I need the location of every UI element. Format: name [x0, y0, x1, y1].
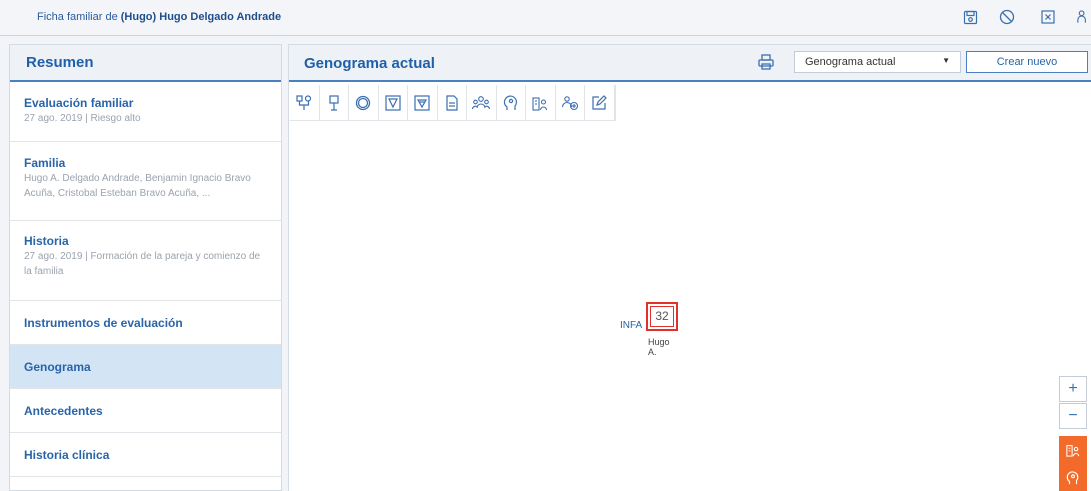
sidebar-item-instrumentos[interactable]: Instrumentos de evaluación: [10, 301, 281, 345]
group-icon[interactable]: [467, 85, 497, 121]
sidebar-header: Resumen: [10, 45, 281, 82]
head-icon[interactable]: [497, 85, 526, 121]
building-person-icon[interactable]: [526, 85, 556, 121]
sidebar-item-title: Familia: [24, 156, 66, 170]
sidebar-item-historia-clinica[interactable]: Historia clínica: [10, 433, 281, 477]
sidebar-item-genograma[interactable]: Genograma: [10, 345, 281, 389]
panel-header: Genograma actual Genograma actual ▼ Crear…: [289, 45, 1091, 82]
circle-icon[interactable]: [349, 85, 379, 121]
sidebar-item-familia[interactable]: Familia Hugo A. Delgado Andrade, Benjami…: [10, 142, 281, 221]
sidebar-item-historia[interactable]: Historia 27 ago. 2019 | Formación de la …: [10, 221, 281, 301]
node-age: 32: [650, 306, 674, 327]
sidebar-item-title: Antecedentes: [24, 403, 103, 418]
family-icon[interactable]: [1076, 8, 1091, 26]
edit-icon[interactable]: [585, 85, 615, 121]
top-bar: Ficha familiar de (Hugo) Hugo Delgado An…: [0, 0, 1091, 36]
person-node[interactable]: 32: [646, 302, 678, 331]
cancel-icon[interactable]: [998, 8, 1016, 26]
genogram-toolbar: [290, 85, 616, 121]
child-icon[interactable]: [320, 85, 349, 121]
sidebar-item-title: Instrumentos de evaluación: [24, 315, 183, 330]
zoom-out-button[interactable]: −: [1059, 403, 1087, 429]
genogram-canvas[interactable]: INFA 32 Hugo A. + −: [289, 122, 1091, 491]
patient-name: (Hugo) Hugo Delgado Andrade: [120, 11, 282, 23]
sidebar-item-title: Genograma: [24, 359, 91, 374]
node-tag: INFA: [620, 320, 643, 331]
node-name: Hugo A.: [648, 337, 670, 357]
building-person-icon: [1066, 445, 1080, 457]
triangle-down-icon[interactable]: [379, 85, 408, 121]
zoom-in-button[interactable]: +: [1059, 376, 1087, 402]
summary-sidebar: Resumen Evaluación familiar 27 ago. 2019…: [9, 44, 282, 491]
create-new-button[interactable]: Crear nuevo: [966, 51, 1088, 73]
sidebar-item-antecedentes[interactable]: Antecedentes: [10, 389, 281, 433]
genogram-panel: Genograma actual Genograma actual ▼ Crear…: [288, 44, 1091, 491]
genogram-select[interactable]: Genograma actual ▼: [794, 51, 961, 73]
head-icon: [1066, 471, 1079, 485]
print-icon[interactable]: [757, 53, 775, 71]
record-title: Ficha familiar de (Hugo) Hugo Delgado An…: [37, 11, 282, 23]
sidebar-item-subtitle: 27 ago. 2019 | Riesgo alto: [24, 113, 141, 124]
close-box-icon[interactable]: [1039, 8, 1057, 26]
sidebar-item-title: Historia clínica: [24, 447, 110, 462]
sidebar-item-title: Historia: [24, 234, 69, 248]
document-icon[interactable]: [438, 85, 467, 121]
sidebar-item-subtitle: 27 ago. 2019 | Formación de la pareja y …: [24, 251, 261, 277]
panel-title: Genograma actual: [304, 55, 435, 72]
caret-down-icon: ▼: [942, 56, 950, 65]
sidebar-item-title: Evaluación familiar: [24, 96, 134, 110]
head-action-button[interactable]: [1059, 464, 1087, 491]
sidebar-item-subtitle: Hugo A. Delgado Andrade, Benjamin Ignaci…: [24, 173, 251, 199]
people-add-icon[interactable]: [556, 85, 585, 121]
building-person-action-button[interactable]: [1059, 436, 1087, 464]
save-icon[interactable]: [961, 8, 979, 26]
couple-icon[interactable]: [290, 85, 320, 121]
triangle-box-icon[interactable]: [408, 85, 438, 121]
sidebar-item-evaluacion-familiar[interactable]: Evaluación familiar 27 ago. 2019 | Riesg…: [10, 82, 281, 142]
